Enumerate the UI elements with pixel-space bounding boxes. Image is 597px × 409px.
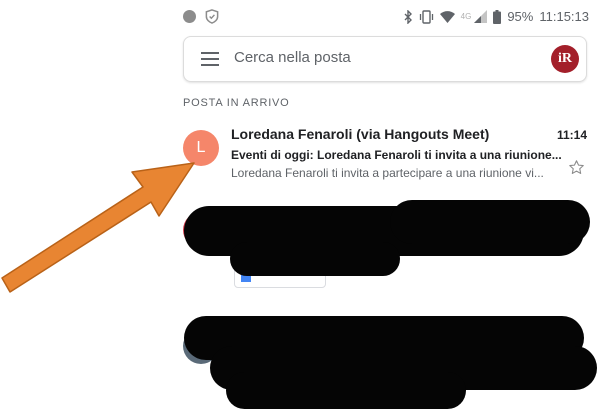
annotation-arrow-icon	[1, 162, 195, 293]
